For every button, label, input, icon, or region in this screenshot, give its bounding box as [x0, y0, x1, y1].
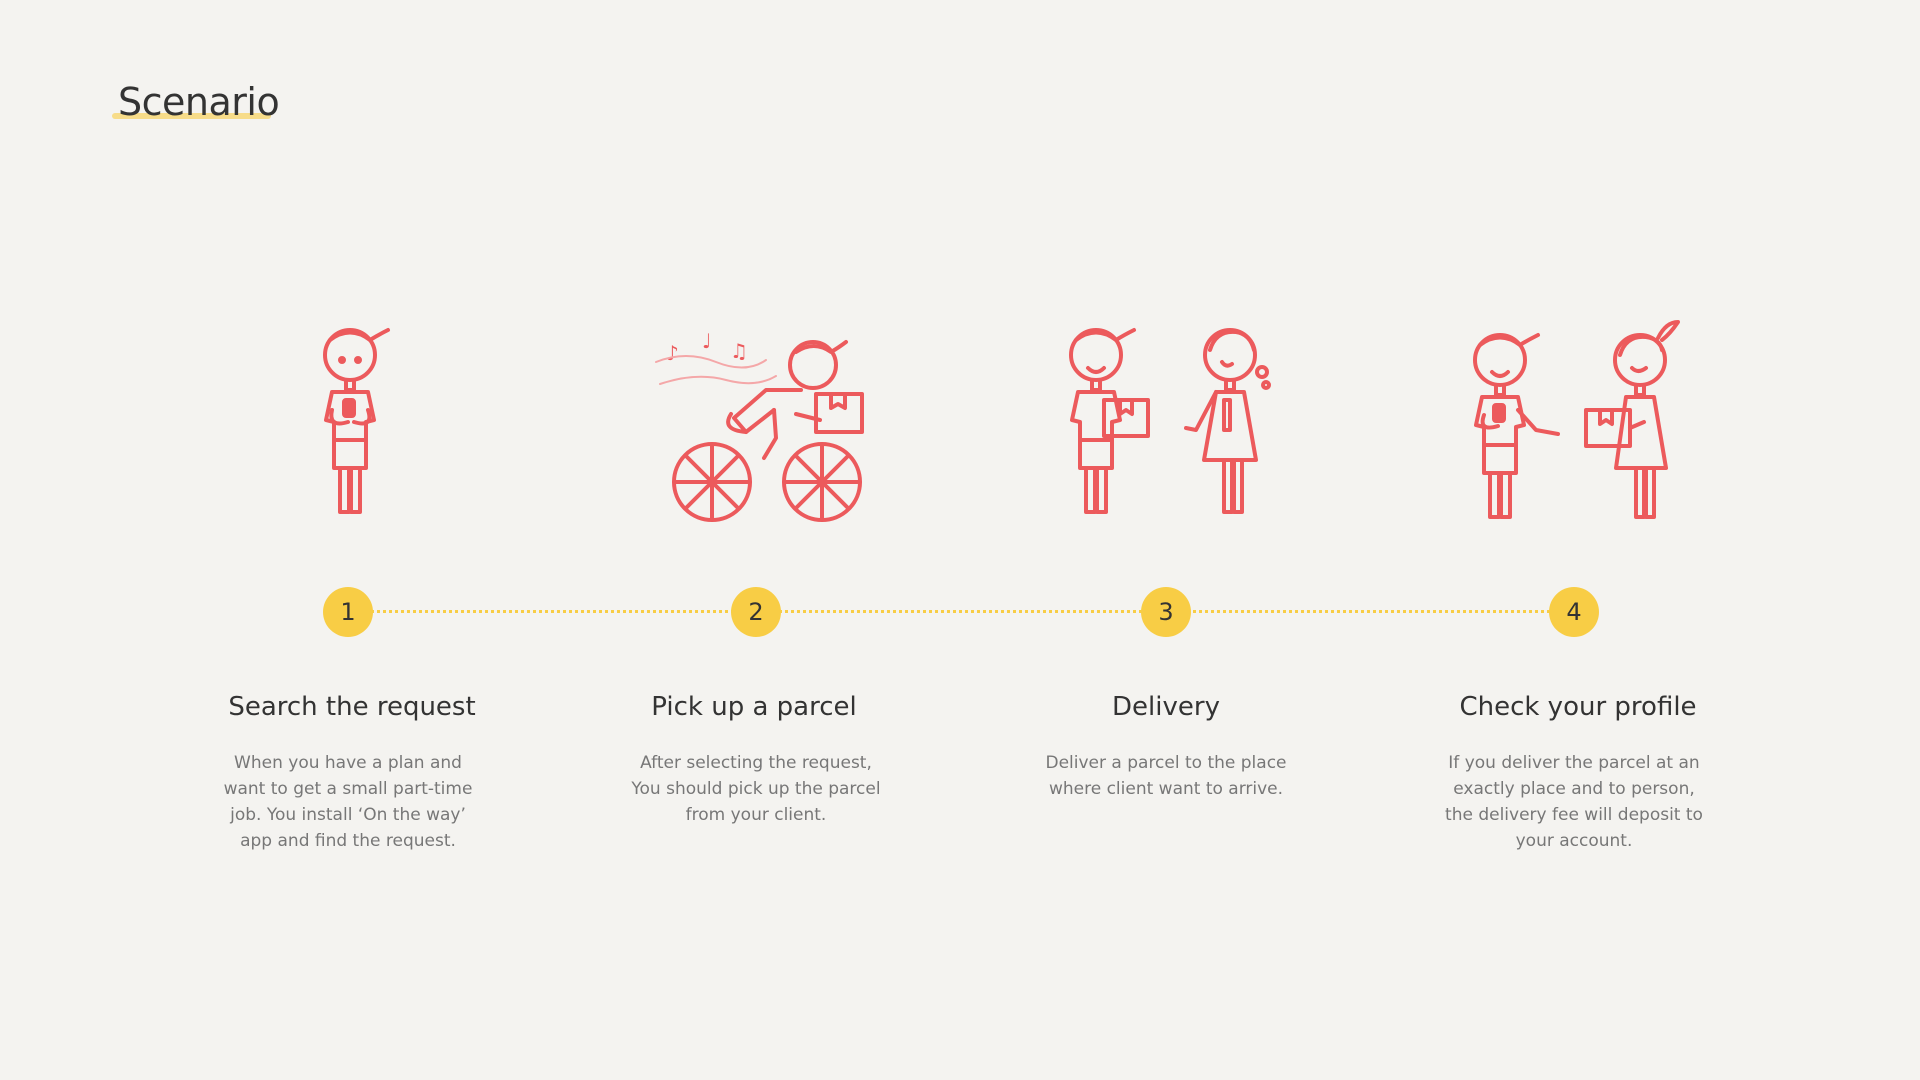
- step-1-description: When you have a plan and want to get a s…: [223, 753, 473, 851]
- step-2-title: Pick up a parcel: [651, 692, 857, 722]
- step-2-number: 2: [731, 587, 781, 637]
- handover-parcel-icon: [1440, 310, 1700, 530]
- step-3-number: 3: [1141, 587, 1191, 637]
- person-with-phone-icon: [220, 310, 480, 530]
- step-4-title: Check your profile: [1459, 692, 1697, 722]
- step-3-description: Deliver a parcel to the place where clie…: [1045, 753, 1287, 799]
- cyclist-with-parcel-icon: ♪ ♩ ♫: [626, 310, 886, 530]
- step-3-title: Delivery: [1112, 692, 1220, 722]
- svg-text:♫: ♫: [730, 339, 748, 363]
- step-4-description: If you deliver the parcel at an exactly …: [1445, 753, 1703, 851]
- svg-text:♩: ♩: [702, 329, 711, 353]
- page-title-block: Scenario: [112, 78, 280, 126]
- step-4-number: 4: [1549, 587, 1599, 637]
- person-with-phone-svg: [323, 328, 390, 514]
- step-1-title: Search the request: [228, 692, 476, 722]
- courier-and-client-svg: [1069, 328, 1271, 514]
- courier-and-client-icon: [1036, 310, 1296, 530]
- cyclist-with-parcel-svg: ♪ ♩ ♫: [655, 329, 864, 522]
- timeline-connector: [348, 610, 1574, 615]
- svg-text:♪: ♪: [666, 341, 679, 365]
- step-2-description: After selecting the request, You should …: [631, 753, 881, 825]
- page-title: Scenario: [118, 80, 280, 124]
- step-1-number: 1: [323, 587, 373, 637]
- handover-parcel-svg: [1473, 320, 1680, 519]
